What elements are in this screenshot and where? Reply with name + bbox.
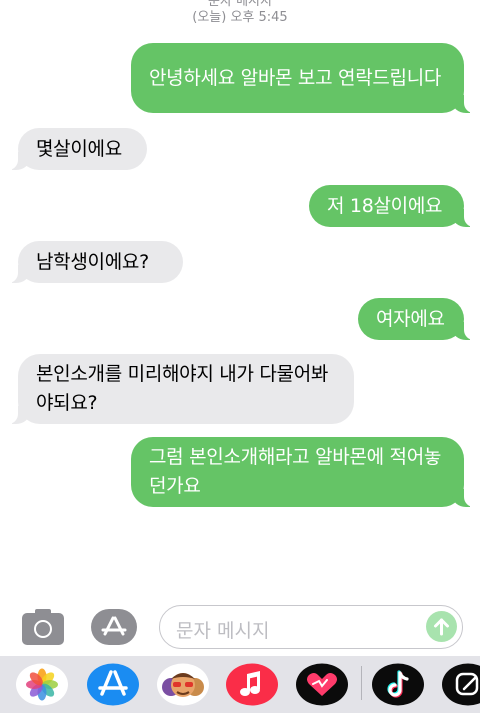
camera-icon[interactable] — [22, 609, 64, 645]
message-text: 그럼 본인소개해라고 알바몬에 적어놓던가요 — [149, 446, 442, 497]
message-bubble-sent[interactable]: 그럼 본인소개해라고 알바몬에 적어놓던가요 — [131, 437, 476, 507]
message-bubble-received[interactable]: 남학생이에요? — [6, 241, 183, 283]
message-text: 여자에요 — [376, 307, 445, 330]
composer-bar: 문자 메시지 — [0, 600, 480, 656]
message-text: 본인소개를 미리해야지 내가 다물어봐야되요? — [36, 363, 329, 414]
message-input[interactable]: 문자 메시지 — [159, 605, 463, 649]
message-text: 저 18살이에요 — [327, 194, 443, 217]
message-text: 안녕하세요 알바몬 보고 연락드립니다 — [149, 66, 442, 89]
conversation-header: 문자 메시지 (오늘) 오후 5:45 — [0, 0, 480, 26]
app-drawer — [0, 656, 480, 713]
music-icon[interactable] — [226, 663, 278, 706]
app-store-icon[interactable] — [91, 609, 137, 645]
photos-icon[interactable] — [16, 663, 68, 706]
arrow-up-icon[interactable] — [426, 611, 457, 642]
message-input-placeholder: 문자 메시지 — [176, 620, 270, 642]
message-text: 몇살이에요 — [36, 137, 122, 160]
message-bubble-sent[interactable]: 안녕하세요 알바몬 보고 연락드립니다 — [131, 43, 476, 113]
edit-icon[interactable] — [442, 663, 480, 706]
message-text: 남학생이에요? — [36, 250, 149, 273]
digital-touch-icon[interactable] — [296, 663, 348, 706]
message-bubble-sent[interactable]: 저 18살이에요 — [309, 185, 476, 227]
message-type-label: 문자 메시지 — [208, 0, 272, 9]
message-bubble-received[interactable]: 본인소개를 미리해야지 내가 다물어봐야되요? — [6, 354, 354, 424]
app-store-icon[interactable] — [87, 663, 139, 706]
message-bubble-sent[interactable]: 여자에요 — [358, 298, 476, 340]
tiktok-icon[interactable] — [372, 663, 424, 706]
memoji-icon[interactable] — [157, 663, 209, 706]
message-bubble-received[interactable]: 몇살이에요 — [6, 128, 147, 170]
tray-divider — [361, 666, 362, 700]
timestamp-label: (오늘) 오후 5:45 — [192, 10, 288, 25]
